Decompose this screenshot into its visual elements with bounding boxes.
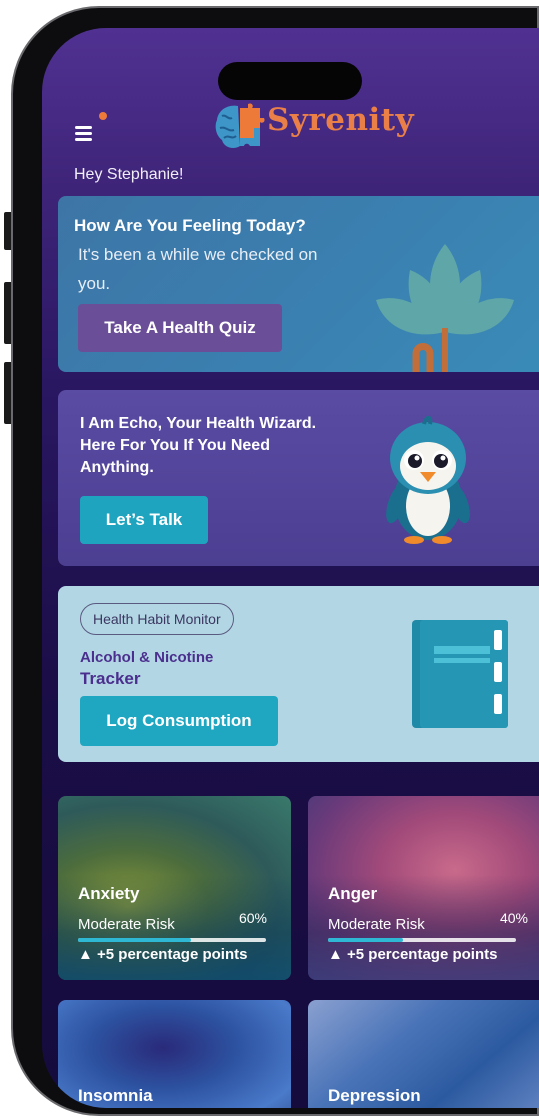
anger-tile[interactable]: Anger Moderate Risk 40% ▲ +5 percentage … <box>308 796 539 980</box>
lets-talk-button[interactable]: Let’s Talk <box>80 496 208 544</box>
lotus-icon <box>376 244 514 372</box>
quiz-card-subtitle: It's been a while we checked on you. <box>78 245 318 293</box>
notebook-icon <box>412 620 508 728</box>
condition-name: Insomnia <box>78 1086 153 1105</box>
menu-icon[interactable] <box>75 126 95 144</box>
penguin-mascot <box>386 416 470 544</box>
app-screen: Syrenity Hey Stephanie! How Are You Feel… <box>42 28 539 1108</box>
risk-progress-bar <box>78 938 266 942</box>
health-habit-badge: Health Habit Monitor <box>80 603 234 635</box>
habit-tracker-card: Health Habit Monitor Alcohol & Nicotine … <box>58 586 539 762</box>
insomnia-tile[interactable]: Insomnia <box>58 1000 291 1108</box>
take-health-quiz-button[interactable]: Take A Health Quiz <box>78 304 282 352</box>
condition-name: Anxiety <box>78 884 140 903</box>
greeting-text: Hey Stephanie! <box>74 166 184 183</box>
quiz-card-title: How Are You Feeling Today? <box>74 216 306 235</box>
risk-progress-bar <box>328 938 516 942</box>
risk-change: ▲ +5 percentage points <box>78 946 248 963</box>
risk-percent: 60% <box>238 910 267 926</box>
log-consumption-button[interactable]: Log Consumption <box>80 696 278 746</box>
risk-level: Moderate Risk <box>328 916 425 933</box>
anxiety-tile[interactable]: Anxiety Moderate Risk 60% ▲ +5 percentag… <box>58 796 291 980</box>
echo-assistant-card: I Am Echo, Your Health Wizard. Here For … <box>58 390 539 566</box>
tracker-title: Alcohol & Nicotine <box>80 649 214 666</box>
echo-message: I Am Echo, Your Health Wizard. Here For … <box>80 415 317 476</box>
condition-name: Anger <box>328 884 378 903</box>
risk-level: Moderate Risk <box>78 916 175 933</box>
tracker-subtitle: Tracker <box>80 669 141 688</box>
risk-change: ▲ +5 percentage points <box>328 946 498 963</box>
app-brand-name: Syrenity <box>267 102 415 138</box>
brain-puzzle-logo <box>215 103 265 148</box>
phone-frame: Syrenity Hey Stephanie! How Are You Feel… <box>11 6 539 1116</box>
risk-percent: 40% <box>499 910 528 926</box>
notification-dot <box>99 112 107 120</box>
condition-name: Depression <box>328 1086 421 1105</box>
health-quiz-card: How Are You Feeling Today? It's been a w… <box>58 196 539 372</box>
depression-tile[interactable]: Depression <box>308 1000 539 1108</box>
dynamic-island <box>218 62 362 100</box>
